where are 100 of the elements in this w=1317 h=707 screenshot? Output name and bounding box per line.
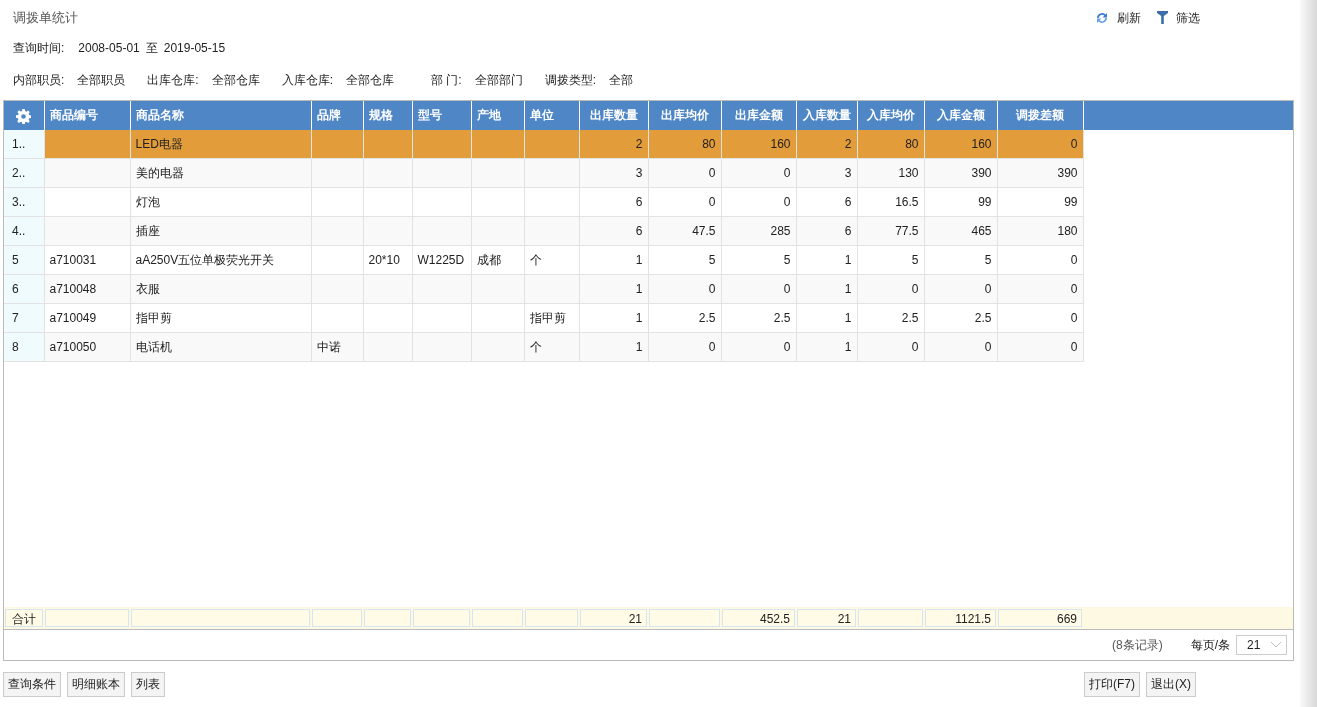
filter-button[interactable]: 筛选 xyxy=(1157,8,1200,27)
column-header[interactable]: 调拨差额 xyxy=(997,100,1083,130)
table-cell: 0 xyxy=(997,129,1083,159)
table-cell: a710031 xyxy=(44,245,130,275)
table-cell: 美的电器 xyxy=(130,158,311,188)
filter-value: 全部仓库 xyxy=(211,71,260,89)
totals-cell: 21 xyxy=(580,608,647,627)
column-header[interactable]: 出库均价 xyxy=(648,100,721,130)
query-time-label: 查询时间: xyxy=(13,39,65,57)
table-cell: a710048 xyxy=(44,274,130,304)
selected-row[interactable]: 1.. LED电器 2 80 160 2 80 160 0 xyxy=(4,129,1293,159)
column-header[interactable]: 入库金额 xyxy=(924,100,997,130)
table-cell: 2.5 xyxy=(924,303,997,333)
table-cell: 电话机 xyxy=(130,332,311,362)
column-header[interactable]: 商品编号 xyxy=(44,100,130,130)
table-cell: a710050 xyxy=(44,332,130,362)
table-cell: 0 xyxy=(721,332,796,362)
table-cell: 1 xyxy=(579,332,648,362)
column-header[interactable]: 规格 xyxy=(363,100,412,130)
column-header[interactable]: 商品名称 xyxy=(130,100,311,130)
table-cell: 3 xyxy=(579,158,648,188)
table-cell: 5 xyxy=(857,245,924,275)
action-button[interactable]: 明细账本 xyxy=(67,671,125,697)
table-cell: 衣服 xyxy=(130,274,311,304)
date-separator: 至 xyxy=(145,39,158,57)
table-cell: 285 xyxy=(721,216,796,246)
table-cell: 47.5 xyxy=(648,216,721,246)
table-cell: 1 xyxy=(796,274,857,304)
column-header[interactable]: 品牌 xyxy=(311,100,363,130)
table-cell: 6 xyxy=(796,216,857,246)
table-cell: 指甲剪 xyxy=(524,303,579,333)
table-cell: 16.5 xyxy=(857,187,924,217)
table-cell: 0 xyxy=(648,332,721,362)
totals-cell: 452.5 xyxy=(722,608,795,627)
table-cell: 5 xyxy=(721,245,796,275)
table-cell: 0 xyxy=(997,332,1083,362)
action-button[interactable]: 打印(F7) xyxy=(1084,671,1140,697)
filter-label: 调拨类型: xyxy=(544,71,597,89)
table-cell: 1 xyxy=(579,245,648,275)
column-header[interactable]: 出库数量 xyxy=(579,100,648,130)
date-value: 2019-05-15 xyxy=(163,39,226,57)
table-cell: 0 xyxy=(857,274,924,304)
table-cell: LED电器 xyxy=(130,129,311,159)
table-cell: 390 xyxy=(997,158,1083,188)
table-cell: 个 xyxy=(524,332,579,362)
per-page-label: 每页/条 xyxy=(1190,636,1230,654)
table-cell: W1225D xyxy=(412,245,471,275)
refresh-button[interactable]: 刷新 xyxy=(1095,8,1141,27)
row-number: 8 xyxy=(4,332,44,362)
filter-label: 出库仓库: xyxy=(147,71,199,89)
record-count: (8条记录) xyxy=(1112,636,1163,654)
column-header[interactable]: 出库金额 xyxy=(721,100,796,130)
action-button[interactable]: 退出(X) xyxy=(1146,671,1196,697)
table-cell: 6 xyxy=(579,187,648,217)
column-header[interactable]: 入库数量 xyxy=(796,100,857,130)
caret-icon xyxy=(1270,641,1282,649)
table-cell: 中诺 xyxy=(311,332,363,362)
action-button[interactable]: 列表 xyxy=(131,671,165,697)
column-header[interactable]: 入库均价 xyxy=(857,100,924,130)
filter-value: 全部职员 xyxy=(77,71,126,89)
table-cell: 1 xyxy=(796,245,857,275)
table-cell: 0 xyxy=(721,158,796,188)
table-cell: 0 xyxy=(997,245,1083,275)
table-cell: 2.5 xyxy=(857,303,924,333)
row-number: 1.. xyxy=(4,129,44,159)
table-cell: 6 xyxy=(579,216,648,246)
table-cell: 160 xyxy=(924,129,997,159)
filter-label: 内部职员: xyxy=(13,71,65,89)
filter-icon xyxy=(1157,11,1168,25)
refresh-icon xyxy=(1095,10,1109,25)
table-cell: 6 xyxy=(796,187,857,217)
filter-label: 入库仓库: xyxy=(281,71,334,89)
row-number: 4.. xyxy=(4,216,44,246)
table-cell: 80 xyxy=(857,129,924,159)
column-header[interactable]: 产地 xyxy=(471,100,524,130)
column-header[interactable]: 型号 xyxy=(412,100,471,130)
settings-icon[interactable] xyxy=(16,108,32,124)
table-cell: 180 xyxy=(997,216,1083,246)
table-cell: 2 xyxy=(579,129,648,159)
table-cell: 0 xyxy=(997,274,1083,304)
filter-value: 全部仓库 xyxy=(346,71,395,89)
per-page-select[interactable]: 21 xyxy=(1236,634,1287,655)
table-cell: 0 xyxy=(648,274,721,304)
table-cell: 99 xyxy=(924,187,997,217)
table-cell: 个 xyxy=(524,245,579,275)
row-number: 6 xyxy=(4,274,44,304)
table-cell: 1 xyxy=(796,332,857,362)
row-number: 2.. xyxy=(4,158,44,188)
action-button[interactable]: 查询条件 xyxy=(3,671,61,697)
row-number: 5 xyxy=(4,245,44,275)
date-value: 2008-05-01 xyxy=(78,39,140,57)
filter-value: 全部 xyxy=(609,71,634,89)
column-header[interactable]: 单位 xyxy=(524,100,579,130)
table-cell: 插座 xyxy=(130,216,311,246)
table-cell: 0 xyxy=(924,274,997,304)
table-cell: 3 xyxy=(796,158,857,188)
filter-value: 全部部门 xyxy=(474,71,523,89)
totals-cell: 669 xyxy=(998,608,1082,627)
totals-cell: 21 xyxy=(797,608,856,627)
table-cell: 5 xyxy=(924,245,997,275)
